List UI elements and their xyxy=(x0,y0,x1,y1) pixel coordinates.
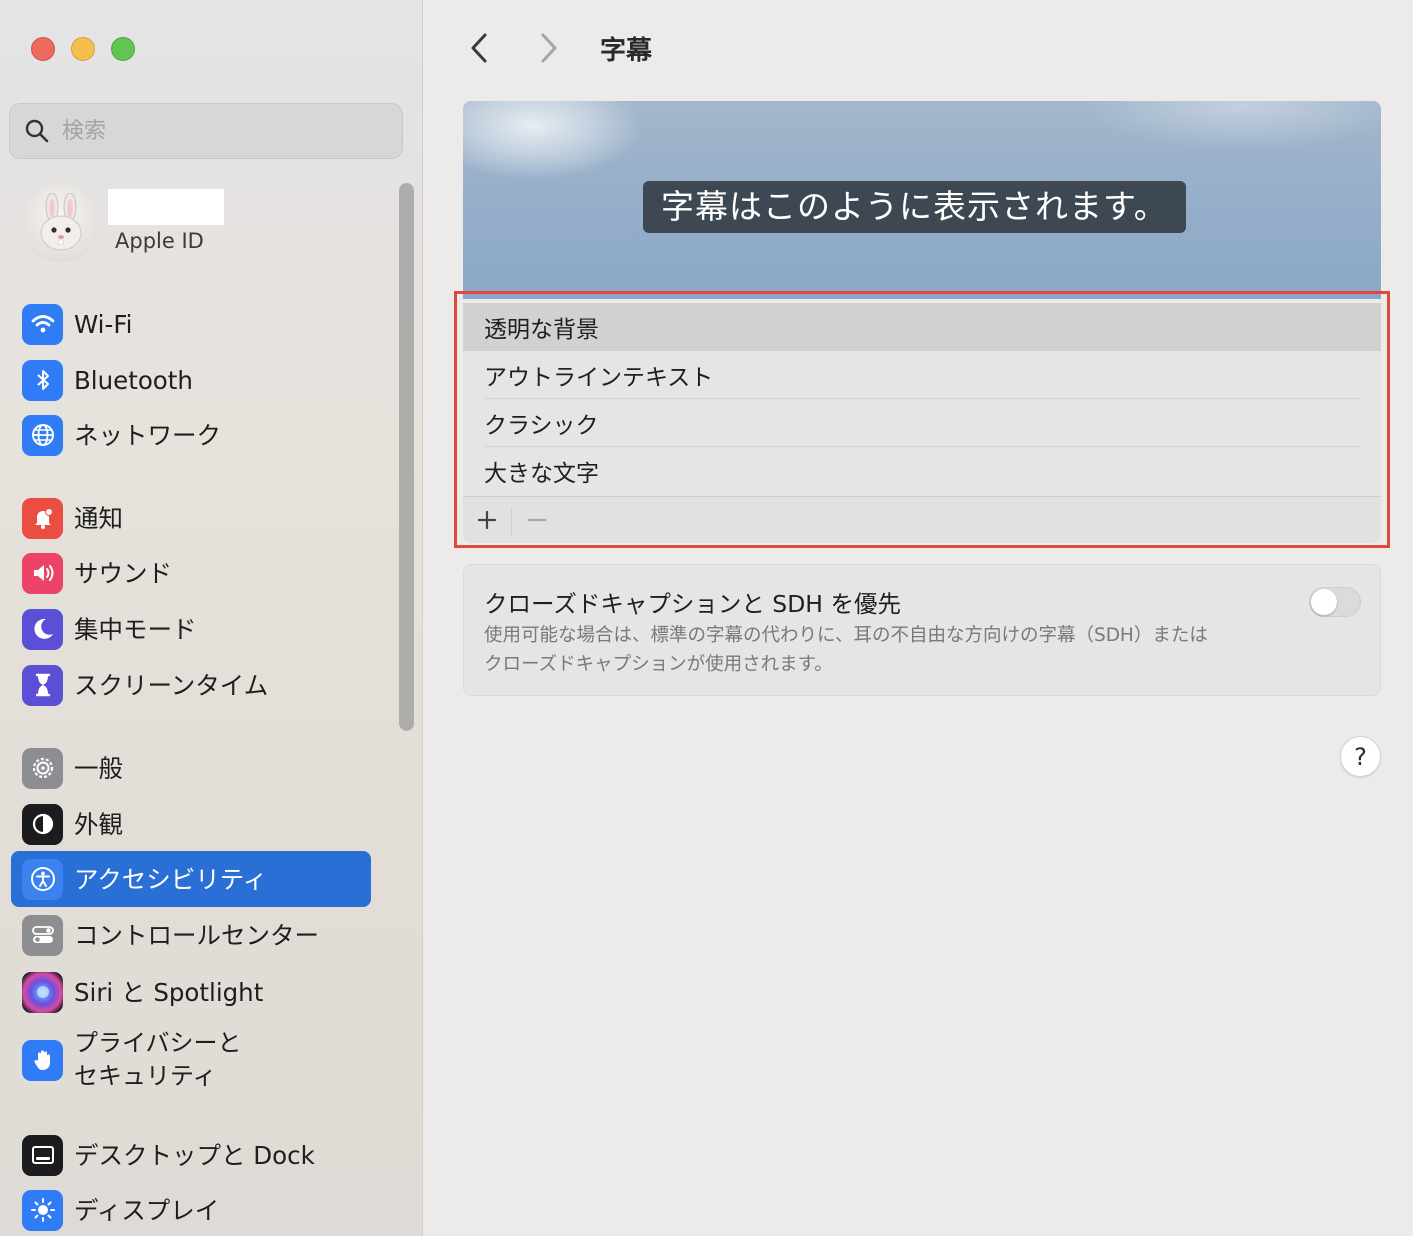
appearance-icon xyxy=(22,803,63,845)
window-controls xyxy=(31,37,135,61)
sidebar-item-network[interactable]: ネットワーク xyxy=(11,407,371,463)
bunny-memoji-icon xyxy=(40,192,81,250)
dock-icon xyxy=(22,1134,63,1176)
sidebar-item-label: ディスプレイ xyxy=(74,1195,220,1225)
sidebar-item-sound[interactable]: サウンド xyxy=(11,545,371,601)
page-title: 字幕 xyxy=(600,36,653,66)
sidebar-item-displays[interactable]: ディスプレイ xyxy=(11,1182,371,1236)
help-button[interactable]: ? xyxy=(1340,736,1381,777)
hand-icon xyxy=(22,1039,63,1081)
sidebar-item-controlcenter[interactable]: コントロールセンター xyxy=(11,907,371,963)
sidebar-item-siri[interactable]: Siri と Spotlight xyxy=(11,964,371,1020)
sidebar-item-label: ネットワーク xyxy=(74,420,221,450)
sidebar-item-label: 集中モード xyxy=(74,614,197,644)
chevron-right-icon xyxy=(541,33,557,63)
sdh-setting-card: クローズドキャプションと SDH を優先 使用可能な場合は、標準の字幕の代わりに… xyxy=(463,564,1381,696)
sidebar-item-label: コントロールセンター xyxy=(74,920,319,950)
sdh-toggle[interactable] xyxy=(1309,587,1361,617)
sidebar-item-label: 外観 xyxy=(74,809,123,839)
sidebar-item-label: Siri と Spotlight xyxy=(74,977,264,1007)
sidebar-item-label: サウンド xyxy=(74,558,172,588)
sidebar-scrollbar[interactable] xyxy=(399,183,414,731)
sidebar-item-bluetooth[interactable]: Bluetooth xyxy=(11,352,371,408)
chevron-left-icon xyxy=(471,33,487,63)
gear-icon xyxy=(22,747,63,789)
caption-sample-text: 字幕はこのように表示されます。 xyxy=(643,181,1186,233)
sun-icon xyxy=(22,1189,63,1231)
sidebar-item-focus[interactable]: 集中モード xyxy=(11,601,371,657)
sidebar-item-desktop-dock[interactable]: デスクトップと Dock xyxy=(11,1127,371,1183)
cloud-decoration xyxy=(1083,101,1381,151)
bluetooth-icon xyxy=(22,359,63,401)
sidebar: Apple ID Wi-Fi Bluetooth ネットワーク 通知 サウンド xyxy=(0,0,423,1236)
accessibility-icon xyxy=(22,858,63,900)
sidebar-item-label: スクリーンタイム xyxy=(74,670,269,700)
toggles-icon xyxy=(22,914,63,956)
moon-icon xyxy=(22,608,63,650)
cloud-decoration xyxy=(463,101,643,181)
sidebar-item-label: Bluetooth xyxy=(74,365,193,395)
sidebar-item-label: 一般 xyxy=(74,753,123,783)
search-input[interactable] xyxy=(62,118,362,144)
sdh-setting-title: クローズドキャプションと SDH を優先 xyxy=(484,590,901,618)
sidebar-item-wifi[interactable]: Wi-Fi xyxy=(11,296,371,352)
toggle-knob xyxy=(1311,589,1337,615)
avatar xyxy=(22,185,99,262)
sidebar-item-label: デスクトップと Dock xyxy=(74,1140,315,1170)
sidebar-item-privacy[interactable]: プライバシーと セキュリティ xyxy=(11,1027,371,1093)
sidebar-item-label: Wi-Fi xyxy=(74,309,133,339)
sidebar-item-accessibility[interactable]: アクセシビリティ xyxy=(11,851,371,907)
bell-icon xyxy=(22,497,63,539)
close-window-button[interactable] xyxy=(31,37,55,61)
speaker-icon xyxy=(22,552,63,594)
apple-id-label: Apple ID xyxy=(115,229,204,253)
sidebar-item-label: プライバシーと セキュリティ xyxy=(74,1029,242,1090)
back-button[interactable] xyxy=(460,28,498,68)
minimize-window-button[interactable] xyxy=(71,37,95,61)
sidebar-item-label: 通知 xyxy=(74,503,123,533)
hourglass-icon xyxy=(22,664,63,706)
zoom-window-button[interactable] xyxy=(111,37,135,61)
sidebar-item-label: アクセシビリティ xyxy=(74,864,268,894)
caption-preview: 字幕はこのように表示されます。 xyxy=(463,101,1381,299)
forward-button[interactable] xyxy=(530,28,568,68)
siri-icon xyxy=(22,971,63,1013)
account-name xyxy=(108,189,224,225)
wifi-icon xyxy=(22,303,63,345)
search-icon xyxy=(25,119,49,143)
sidebar-item-appearance[interactable]: 外観 xyxy=(11,796,371,852)
apple-id-account[interactable]: Apple ID xyxy=(22,185,382,263)
sidebar-item-general[interactable]: 一般 xyxy=(11,740,371,796)
search-field[interactable] xyxy=(9,103,403,159)
highlight-box xyxy=(454,291,1390,548)
globe-icon xyxy=(22,414,63,456)
sidebar-item-notifications[interactable]: 通知 xyxy=(11,490,371,546)
sidebar-item-screentime[interactable]: スクリーンタイム xyxy=(11,657,371,713)
sdh-setting-description: 使用可能な場合は、標準の字幕の代わりに、耳の不自由な方向けの字幕（SDH）または… xyxy=(484,625,1208,675)
